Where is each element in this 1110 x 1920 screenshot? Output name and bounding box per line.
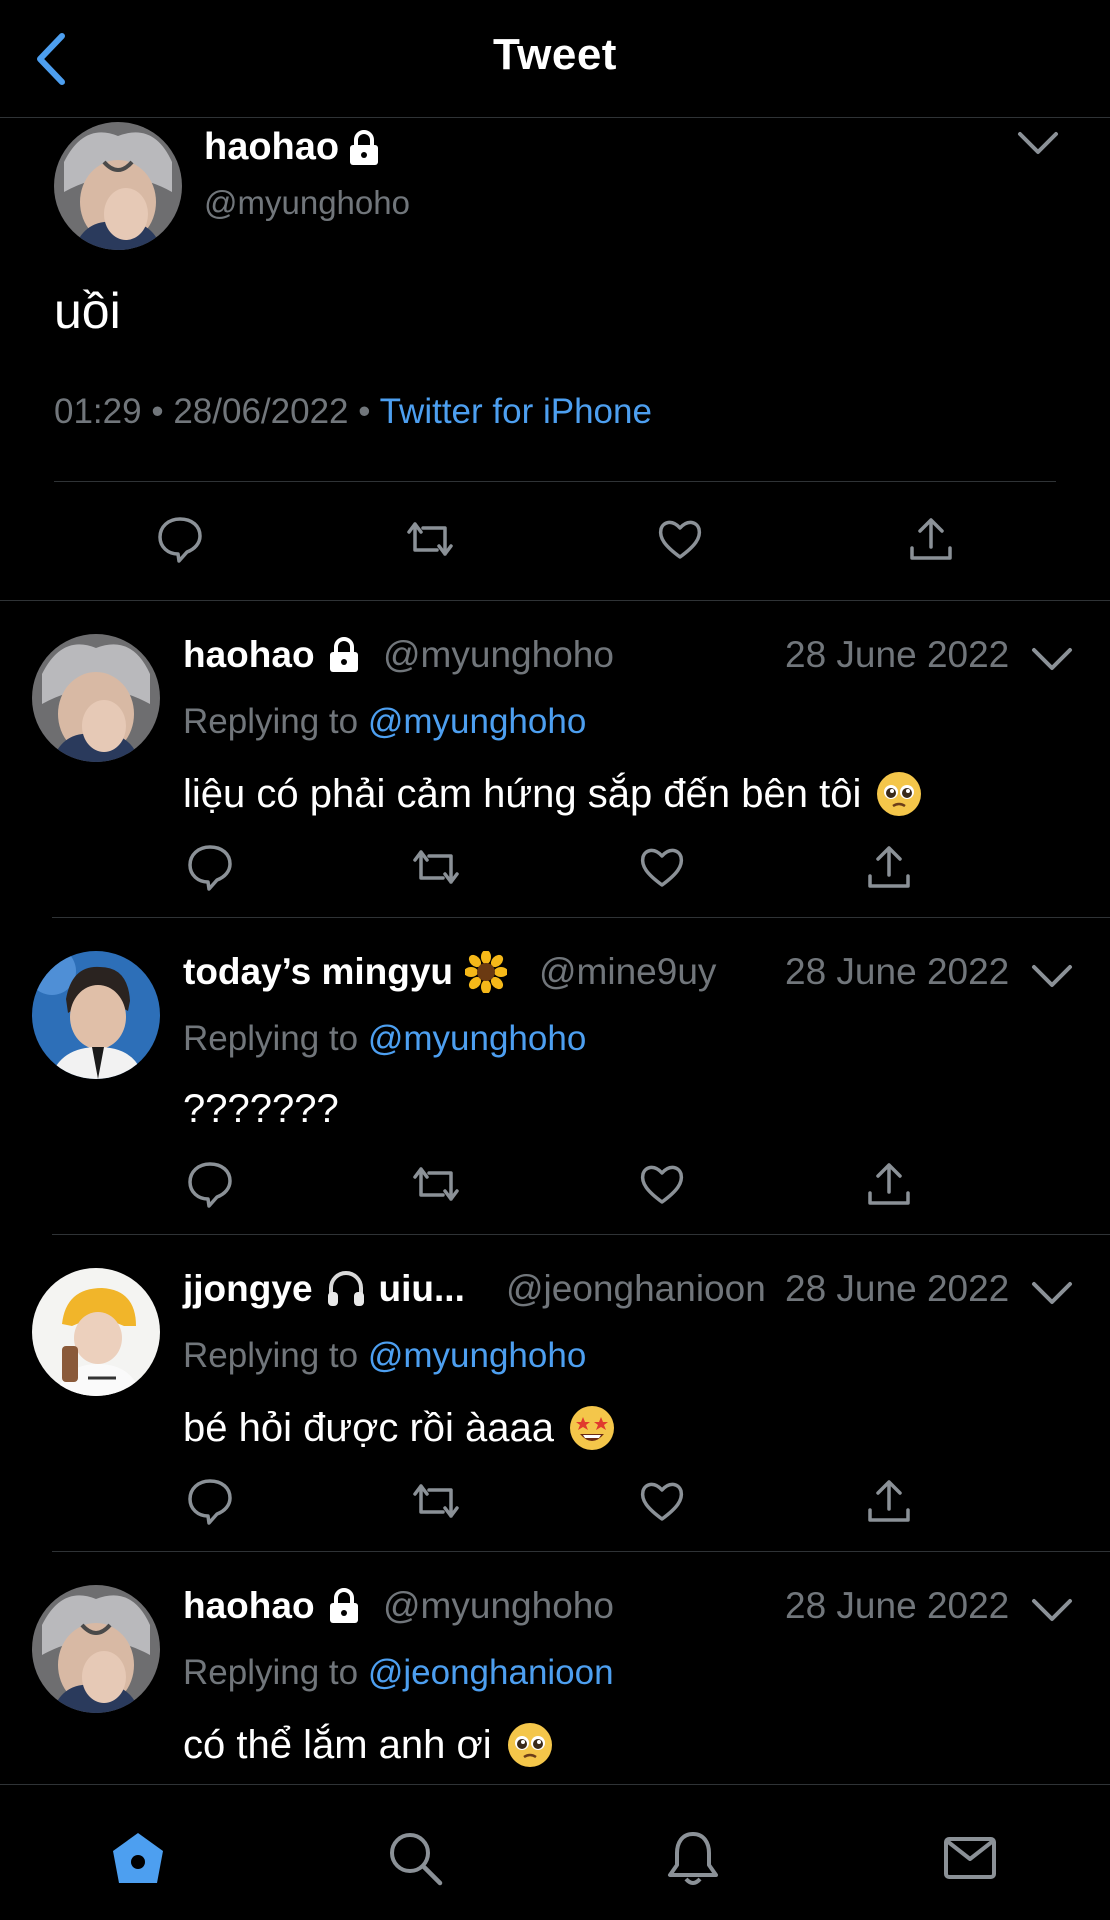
mention-link[interactable]: @myunghoho (368, 1019, 586, 1058)
author-name[interactable]: haohao (183, 634, 361, 676)
avatar[interactable] (32, 634, 160, 762)
home-icon[interactable] (109, 1829, 167, 1887)
search-icon[interactable] (386, 1829, 444, 1887)
divider (52, 1234, 1110, 1235)
bottom-tab-bar (0, 1784, 1110, 1920)
reply-tweet[interactable]: haohao @myunghoho 28 June 2022 Replying … (0, 1585, 1110, 1785)
chevron-down-icon[interactable] (1030, 1595, 1074, 1625)
replying-to: Replying to @myunghoho (183, 1019, 587, 1058)
tweet-meta: 01:29 • 28/06/2022 • Twitter for iPhone (54, 392, 652, 431)
like-icon[interactable] (637, 1159, 687, 1209)
top-bar: Tweet (0, 0, 1110, 118)
reply-icon[interactable] (155, 514, 205, 564)
retweet-icon[interactable] (411, 1159, 461, 1209)
like-icon[interactable] (655, 514, 705, 564)
retweet-icon[interactable] (405, 514, 455, 564)
share-icon[interactable] (864, 1476, 914, 1526)
reply-icon[interactable] (185, 1159, 235, 1209)
chevron-down-icon[interactable] (1030, 1278, 1074, 1308)
author-handle: @myunghoho (383, 1585, 614, 1626)
pleading-face-icon (875, 770, 923, 818)
avatar[interactable] (32, 951, 160, 1079)
share-icon[interactable] (864, 842, 914, 892)
sunflower-icon (464, 950, 509, 994)
mention-link[interactable]: @myunghoho (368, 1336, 586, 1375)
chevron-down-icon[interactable] (1016, 128, 1060, 158)
tweet-text: bé hỏi được rồi àaaa (183, 1404, 616, 1452)
author-handle: @myunghoho (204, 184, 410, 221)
reply-tweet[interactable]: jjongye uiu... @jeonghanioon 28 June 202… (0, 1268, 1110, 1544)
tweet-date: 28 June 2022 (785, 951, 1010, 992)
reply-tweet[interactable]: today’s mingyu @mine9uy 28 June 2022 Rep… (0, 950, 1110, 1227)
tweet-text: ??????? (183, 1087, 339, 1131)
mention-link[interactable]: @jeonghanioon (368, 1653, 614, 1692)
chevron-down-icon[interactable] (1030, 644, 1074, 674)
avatar[interactable] (32, 1585, 160, 1713)
author-handle: @myunghoho (383, 634, 614, 675)
author-name[interactable]: jjongye uiu... (183, 1268, 465, 1310)
chevron-down-icon[interactable] (1030, 961, 1074, 991)
tweet-date: 28 June 2022 (785, 634, 1010, 675)
divider (0, 600, 1110, 601)
pleading-face-icon (506, 1721, 554, 1769)
lock-icon (327, 1588, 361, 1624)
lock-icon (347, 129, 381, 166)
avatar[interactable] (54, 122, 182, 250)
retweet-icon[interactable] (411, 842, 461, 892)
reply-tweet[interactable]: haohao @myunghoho 28 June 2022 Replying … (0, 634, 1110, 910)
retweet-icon[interactable] (411, 1476, 461, 1526)
divider (52, 917, 1110, 918)
mention-link[interactable]: @myunghoho (368, 702, 586, 741)
like-icon[interactable] (637, 842, 687, 892)
avatar[interactable] (32, 1268, 160, 1396)
reply-icon[interactable] (185, 842, 235, 892)
author-handle: @jeonghanioon (506, 1268, 766, 1309)
messages-icon[interactable] (941, 1829, 999, 1887)
tweet-text: liệu có phải cảm hứng sắp đến bên tôi (183, 770, 923, 818)
main-actions (0, 514, 1110, 568)
author-name[interactable]: haohao (183, 1585, 361, 1627)
author-name[interactable]: today’s mingyu (183, 950, 509, 994)
like-icon[interactable] (637, 1476, 687, 1526)
tweet-date: 28 June 2022 (785, 1585, 1010, 1626)
source-link[interactable]: Twitter for iPhone (380, 392, 652, 431)
divider (52, 1551, 1110, 1552)
author-handle: @mine9uy (539, 951, 717, 992)
replying-to: Replying to @jeonghanioon (183, 1653, 614, 1692)
share-icon[interactable] (864, 1159, 914, 1209)
notifications-icon[interactable] (664, 1829, 722, 1887)
tweet-date: 28 June 2022 (785, 1268, 1010, 1309)
replying-to: Replying to @myunghoho (183, 702, 587, 741)
author-name[interactable]: haohao (204, 126, 381, 169)
reply-icon[interactable] (185, 1476, 235, 1526)
lock-icon (327, 637, 361, 673)
star-struck-icon (568, 1404, 616, 1452)
page-title: Tweet (493, 30, 617, 79)
tweet-text: uồi (54, 283, 121, 339)
headphones-icon (325, 1268, 367, 1310)
share-icon[interactable] (906, 514, 956, 564)
divider (54, 481, 1056, 482)
tweet-text: có thể lắm anh ơi (183, 1721, 554, 1769)
replying-to: Replying to @myunghoho (183, 1336, 587, 1375)
